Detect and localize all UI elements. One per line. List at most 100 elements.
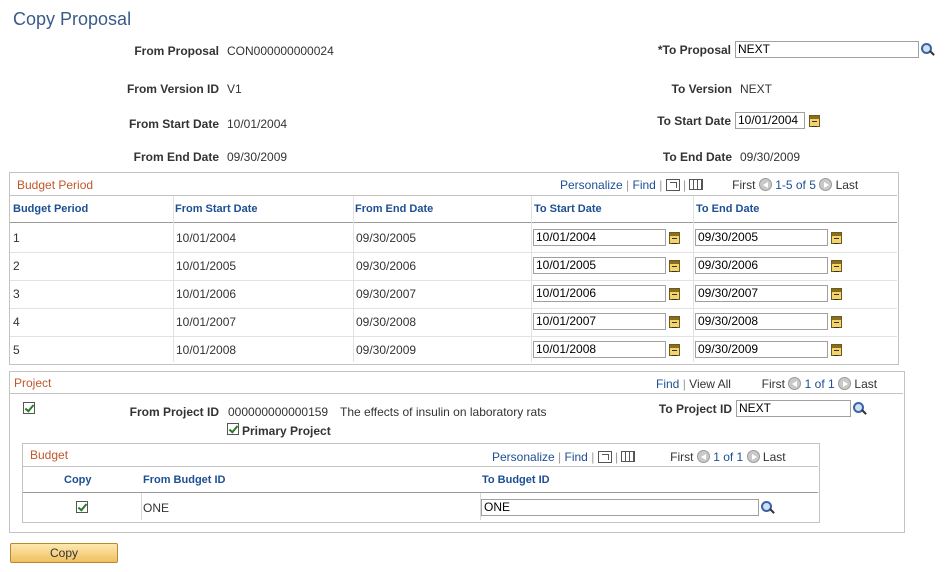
from-budget-id-value: ONE <box>143 501 170 515</box>
to-project-label: To Project ID <box>658 402 732 416</box>
budget-first-label: First <box>670 450 694 464</box>
budget-zoom-icon[interactable] <box>597 451 612 463</box>
row-divider <box>10 252 897 253</box>
col-from-start-date[interactable]: From Start Date <box>175 203 258 215</box>
project-find-link[interactable]: Find <box>656 377 679 391</box>
budget-period-cell: 3 <box>13 287 20 301</box>
to-start-date-input[interactable]: 10/01/2006 <box>533 285 666 302</box>
to-end-date-input[interactable]: 09/30/2009 <box>695 341 828 358</box>
from-start-date-cell: 10/01/2008 <box>176 343 237 357</box>
budget-row-range: 1 of 1 <box>713 450 744 464</box>
budget-find-link[interactable]: Find <box>565 450 588 464</box>
to-start-date-input[interactable]: 10/01/2004 <box>533 229 666 246</box>
to-start-date-label: To Start Date <box>657 114 731 128</box>
page-title: Copy Proposal <box>13 9 132 29</box>
from-end-date-cell: 09/30/2007 <box>356 287 417 301</box>
col-to-start-date[interactable]: To Start Date <box>534 203 602 215</box>
column-divider <box>693 196 694 362</box>
column-divider <box>173 196 174 362</box>
lookup-icon[interactable] <box>921 43 935 57</box>
primary-project-label: Primary Project <box>242 424 331 438</box>
calendar-icon[interactable] <box>831 344 842 356</box>
download-grid-icon[interactable] <box>689 179 704 190</box>
col-copy[interactable]: Copy <box>64 474 92 486</box>
to-project-input[interactable]: NEXT <box>736 400 851 417</box>
col-to-end-date[interactable]: To End Date <box>696 203 759 215</box>
budget-previous-arrow-icon[interactable] <box>696 450 710 463</box>
project-previous-arrow-icon[interactable] <box>788 377 802 390</box>
from-start-date-value: 10/01/2004 <box>227 117 288 131</box>
calendar-icon[interactable] <box>831 288 842 300</box>
calendar-icon[interactable] <box>669 288 680 300</box>
to-version-label: To Version <box>671 82 732 96</box>
col-to-budget-id[interactable]: To Budget ID <box>482 474 550 486</box>
from-end-date-cell: 09/30/2006 <box>356 259 417 273</box>
budget-period-nav: Personalize | Find | | First 1-5 of 5 La… <box>560 178 859 192</box>
row-range: 1-5 of 5 <box>775 178 816 192</box>
to-end-date-input[interactable]: 09/30/2007 <box>695 285 828 302</box>
previous-arrow-icon[interactable] <box>758 178 772 191</box>
project-title: Project <box>14 376 52 390</box>
to-proposal-label: *To Proposal <box>657 43 731 57</box>
calendar-icon[interactable] <box>831 232 842 244</box>
col-from-end-date[interactable]: From End Date <box>355 203 433 215</box>
primary-project-checkbox[interactable] <box>227 423 239 435</box>
budget-period-cell: 1 <box>13 231 20 245</box>
calendar-icon[interactable] <box>669 316 680 328</box>
to-start-date-input[interactable]: 10/01/2008 <box>533 341 666 358</box>
from-version-value: V1 <box>227 82 242 96</box>
to-end-date-value: 09/30/2009 <box>740 150 801 164</box>
budget-period-title: Budget Period <box>17 178 94 192</box>
col-budget-period[interactable]: Budget Period <box>13 203 88 215</box>
from-end-date-cell: 09/30/2009 <box>356 343 417 357</box>
calendar-icon[interactable] <box>831 316 842 328</box>
to-budget-id-input[interactable]: ONE <box>481 499 759 516</box>
column-divider <box>531 196 532 362</box>
copy-budget-checkbox[interactable] <box>76 501 88 513</box>
find-link[interactable]: Find <box>633 178 656 192</box>
to-end-date-label: To End Date <box>662 150 732 164</box>
row-divider <box>10 336 897 337</box>
to-end-date-input[interactable]: 09/30/2006 <box>695 257 828 274</box>
calendar-icon[interactable] <box>669 260 680 272</box>
from-end-date-cell: 09/30/2005 <box>356 231 417 245</box>
budget-title: Budget <box>30 448 69 462</box>
from-version-label: From Version ID <box>126 82 219 96</box>
budget-personalize-link[interactable]: Personalize <box>492 450 555 464</box>
budget-nav: Personalize | Find | | First 1 of 1 Last <box>492 450 786 464</box>
project-select-checkbox[interactable] <box>23 402 35 414</box>
project-row-range: 1 of 1 <box>804 377 835 391</box>
col-from-budget-id[interactable]: From Budget ID <box>143 474 226 486</box>
project-next-arrow-icon[interactable] <box>838 377 852 390</box>
to-start-date-input[interactable]: 10/01/2004 <box>735 112 805 129</box>
calendar-icon[interactable] <box>669 232 680 244</box>
calendar-icon[interactable] <box>831 260 842 272</box>
next-arrow-icon[interactable] <box>819 178 833 191</box>
copy-button[interactable]: Copy <box>10 543 118 563</box>
to-proposal-input[interactable]: NEXT <box>735 41 919 58</box>
to-end-date-input[interactable]: 09/30/2008 <box>695 313 828 330</box>
from-start-date-cell: 10/01/2006 <box>176 287 237 301</box>
from-project-value: 000000000000159 <box>228 405 329 419</box>
project-first-label: First <box>761 377 785 391</box>
personalize-link[interactable]: Personalize <box>560 178 623 192</box>
to-start-date-input[interactable]: 10/01/2005 <box>533 257 666 274</box>
project-nav: Find | View All First 1 of 1 Last <box>656 377 878 391</box>
zoom-icon[interactable] <box>665 179 680 191</box>
row-divider <box>10 308 897 309</box>
to-start-date-input[interactable]: 10/01/2007 <box>533 313 666 330</box>
view-all-link[interactable]: View All <box>689 377 731 391</box>
budget-lookup-icon[interactable] <box>761 501 775 515</box>
budget-period-cell: 2 <box>13 259 20 273</box>
from-start-date-label: From Start Date <box>128 117 219 131</box>
calendar-icon[interactable] <box>669 344 680 356</box>
last-label: Last <box>835 178 859 192</box>
from-start-date-cell: 10/01/2007 <box>176 315 237 329</box>
budget-next-arrow-icon[interactable] <box>746 450 760 463</box>
project-lookup-icon[interactable] <box>853 402 867 416</box>
calendar-icon[interactable] <box>809 115 820 127</box>
budget-download-grid-icon[interactable] <box>621 451 636 462</box>
to-end-date-input[interactable]: 09/30/2005 <box>695 229 828 246</box>
to-version-value: NEXT <box>740 82 773 96</box>
from-end-date-value: 09/30/2009 <box>227 150 288 164</box>
